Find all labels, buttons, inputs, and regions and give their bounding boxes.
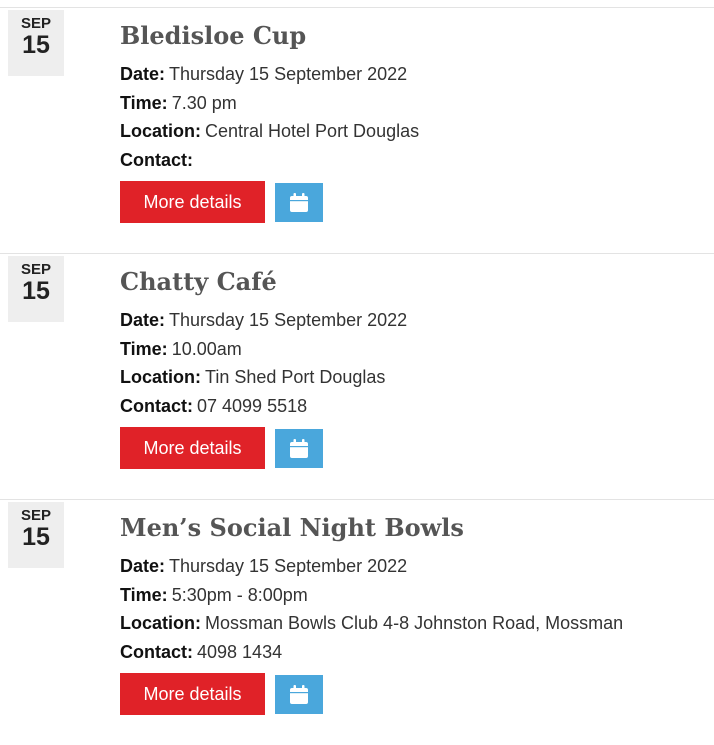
date-label: Date: bbox=[120, 64, 166, 84]
calendar-icon bbox=[290, 439, 308, 458]
time-label: Time: bbox=[120, 584, 168, 605]
more-details-button[interactable]: More details bbox=[120, 181, 265, 223]
time-row: Time: 5:30pm - 8:00pm bbox=[120, 581, 623, 610]
event-details: Date: Thursday 15 September 2022 Time: 7.3… bbox=[120, 60, 419, 174]
date-badge: SEP 15 bbox=[8, 502, 64, 568]
contact-row: Contact: bbox=[120, 146, 419, 175]
add-to-calendar-button[interactable] bbox=[275, 183, 323, 222]
location-value: Tin Shed Port Douglas bbox=[205, 367, 386, 387]
date-value: Thursday 15 September 2022 bbox=[169, 310, 408, 330]
time-row: Time: 10.00am bbox=[120, 335, 407, 364]
location-label: Location: bbox=[120, 613, 201, 633]
date-day: 15 bbox=[22, 277, 50, 305]
date-label: Date: bbox=[120, 556, 166, 576]
date-month: SEP bbox=[20, 261, 51, 278]
date-row: Date: Thursday 15 September 2022 bbox=[120, 306, 407, 335]
event-title[interactable]: Bledisloe Cup bbox=[120, 20, 306, 52]
time-value: 7.30 pm bbox=[171, 92, 237, 113]
date-badge: SEP 15 bbox=[8, 256, 64, 322]
event-item: SEP 15 Men’s Social Night Bowls Date: Thu… bbox=[0, 499, 714, 745]
event-item: SEP 15 Bledisloe Cup Date: Thursday 15 Se… bbox=[0, 7, 714, 253]
contact-row: Contact: 07 4099 5518 bbox=[120, 392, 407, 421]
event-title[interactable]: Chatty Café bbox=[120, 266, 277, 298]
event-item: SEP 15 Chatty Café Date: Thursday 15 Sept… bbox=[0, 253, 714, 499]
calendar-icon bbox=[290, 685, 308, 704]
time-value: 10.00am bbox=[171, 338, 242, 359]
contact-row: Contact: 4098 1434 bbox=[120, 638, 623, 667]
time-label: Time: bbox=[120, 92, 168, 113]
location-value: Central Hotel Port Douglas bbox=[205, 121, 420, 141]
date-row: Date: Thursday 15 September 2022 bbox=[120, 60, 419, 89]
date-label: Date: bbox=[120, 310, 166, 330]
date-value: Thursday 15 September 2022 bbox=[169, 64, 408, 84]
contact-value: 4098 1434 bbox=[197, 641, 283, 662]
time-label: Time: bbox=[120, 338, 168, 359]
event-title[interactable]: Men’s Social Night Bowls bbox=[120, 512, 464, 544]
location-row: Location: Central Hotel Port Douglas bbox=[120, 117, 419, 146]
add-to-calendar-button[interactable] bbox=[275, 429, 323, 468]
contact-value: 07 4099 5518 bbox=[197, 395, 308, 416]
date-day: 15 bbox=[22, 31, 50, 59]
location-row: Location: Mossman Bowls Club 4-8 Johnston… bbox=[120, 609, 623, 638]
calendar-icon bbox=[290, 193, 308, 212]
more-details-button[interactable]: More details bbox=[120, 427, 265, 469]
contact-label: Contact: bbox=[120, 641, 193, 662]
date-month: SEP bbox=[20, 15, 51, 32]
date-month: SEP bbox=[20, 507, 51, 524]
more-details-button[interactable]: More details bbox=[120, 673, 265, 715]
location-value: Mossman Bowls Club 4-8 Johnston Road, Mo… bbox=[205, 613, 624, 633]
date-day: 15 bbox=[22, 523, 50, 551]
event-details: Date: Thursday 15 September 2022 Time: 5:3… bbox=[120, 552, 623, 666]
time-row: Time: 7.30 pm bbox=[120, 89, 419, 118]
location-label: Location: bbox=[120, 367, 201, 387]
add-to-calendar-button[interactable] bbox=[275, 675, 323, 714]
contact-label: Contact: bbox=[120, 395, 193, 416]
date-row: Date: Thursday 15 September 2022 bbox=[120, 552, 623, 581]
location-label: Location: bbox=[120, 121, 201, 141]
location-row: Location: Tin Shed Port Douglas bbox=[120, 363, 407, 392]
contact-label: Contact: bbox=[120, 149, 193, 170]
time-value: 5:30pm - 8:00pm bbox=[171, 584, 308, 605]
event-details: Date: Thursday 15 September 2022 Time: 10.… bbox=[120, 306, 407, 420]
date-badge: SEP 15 bbox=[8, 10, 64, 76]
date-value: Thursday 15 September 2022 bbox=[169, 556, 408, 576]
